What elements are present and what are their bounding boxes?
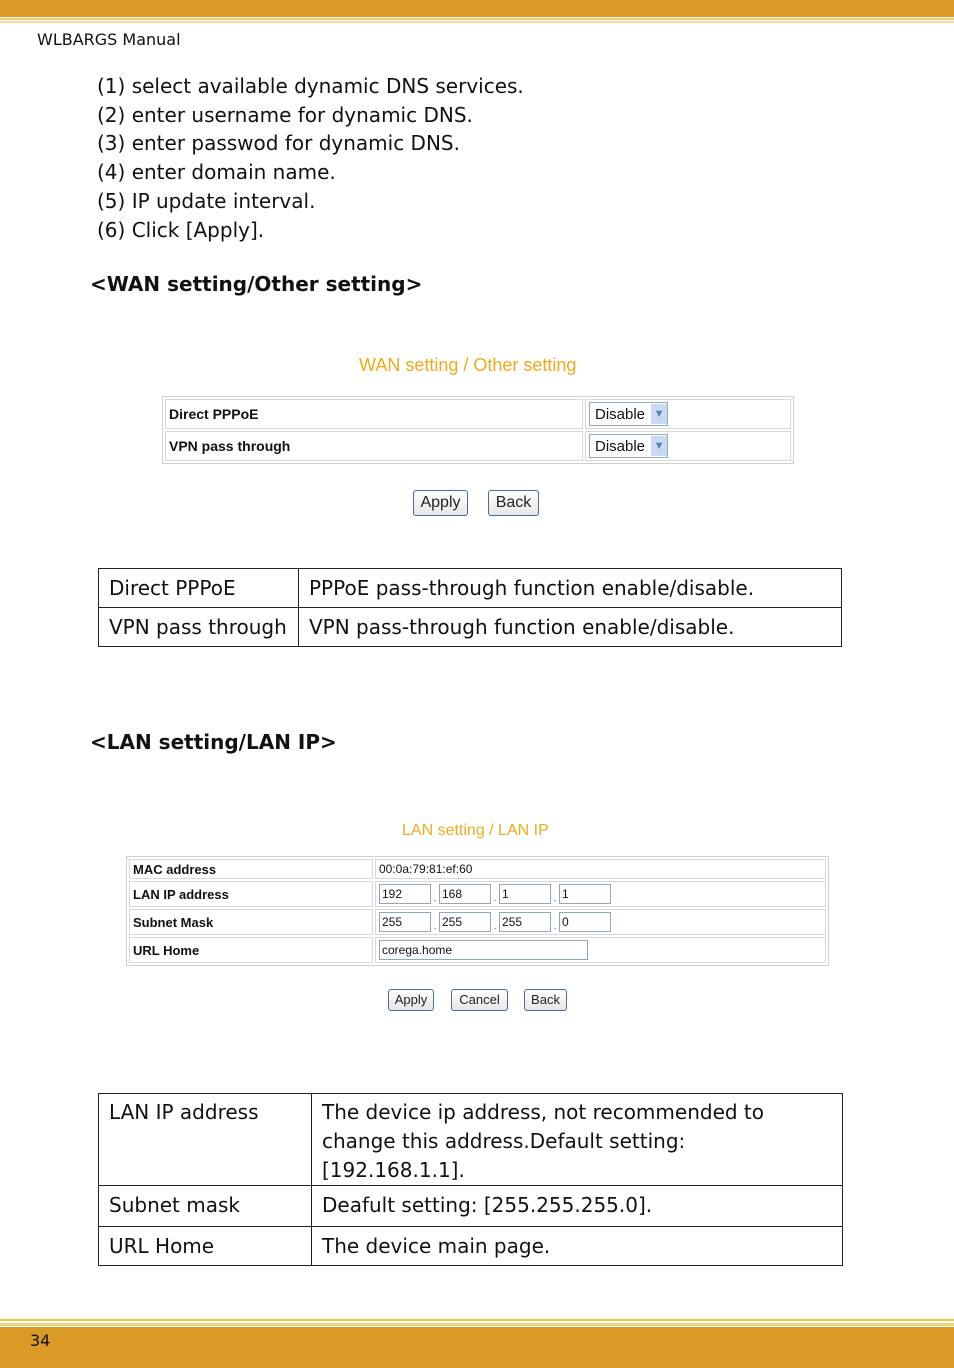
table-row: VPN pass through VPN pass-through functi… (98, 607, 842, 647)
wan-ui-title: WAN setting / Other setting (359, 355, 577, 375)
table-row: LAN IP address The device ip address, no… (98, 1093, 843, 1186)
direct-pppoe-select[interactable]: Disable ▼ (589, 402, 669, 426)
term-cell: URL Home (98, 1226, 312, 1266)
table-row: Direct PPPoE PPPoE pass-through function… (98, 568, 842, 608)
mask-octet-3-input[interactable]: 255 (499, 912, 551, 932)
lan-ip-octet-1-input[interactable]: 192 (379, 884, 431, 904)
desc-cell: PPPoE pass-through function enable/disab… (298, 568, 842, 608)
desc-cell: The device ip address, not recommended t… (311, 1093, 843, 1186)
header-band (0, 0, 954, 17)
mask-octet-4-input[interactable]: 0 (559, 912, 611, 932)
lan-row-mac: MAC address 00:0a:79:81:ef:60 (129, 859, 826, 879)
vpn-pass-through-label: VPN pass through (165, 431, 583, 461)
footer-stripe (0, 1323, 954, 1326)
ddns-steps-list: (1) select available dynamic DNS service… (97, 72, 524, 244)
lan-ip-octet-4-input[interactable]: 1 (559, 884, 611, 904)
url-home-label: URL Home (129, 937, 373, 963)
lan-row-ip: LAN IP address 192. 168. 1. 1 (129, 881, 826, 907)
lan-cancel-button[interactable]: Cancel (451, 989, 508, 1011)
lan-row-mask: Subnet Mask 255. 255. 255. 0 (129, 909, 826, 935)
wan-row-vpn-pass-through: VPN pass through Disable ▼ (165, 431, 791, 461)
footer-band (0, 1327, 954, 1368)
lan-settings-table: MAC address 00:0a:79:81:ef:60 LAN IP add… (126, 856, 829, 966)
desc-cell: VPN pass-through function enable/disable… (298, 607, 842, 647)
wan-back-button[interactable]: Back (488, 490, 539, 516)
mask-octet-2-input[interactable]: 255 (439, 912, 491, 932)
desc-cell: The device main page. (311, 1226, 843, 1266)
header-stripe (0, 21, 954, 23)
step-item: (1) select available dynamic DNS service… (97, 74, 524, 98)
lan-apply-button[interactable]: Apply (388, 989, 434, 1011)
lan-ip-octet-2-input[interactable]: 168 (439, 884, 491, 904)
table-row: URL Home The device main page. (98, 1226, 843, 1266)
step-item: (6) Click [Apply]. (97, 217, 265, 242)
term-cell: Subnet mask (98, 1185, 312, 1227)
direct-pppoe-label: Direct PPPoE (165, 399, 583, 429)
mask-octet-1-input[interactable]: 255 (379, 912, 431, 932)
term-cell: Direct PPPoE (98, 568, 299, 608)
lan-description-table: LAN IP address The device ip address, no… (98, 1093, 843, 1266)
desc-cell: Deafult setting: [255.255.255.0]. (311, 1185, 843, 1227)
lan-section-heading: <LAN setting/LAN IP> (90, 730, 337, 754)
step-item: (4) enter domain name. (97, 160, 336, 185)
chevron-down-icon: ▼ (651, 436, 668, 456)
wan-settings-table: Direct PPPoE Disable ▼ VPN pass through … (162, 396, 794, 464)
manual-title: WLBARGS Manual (37, 30, 181, 49)
page-number: 34 (30, 1331, 51, 1350)
mac-address-label: MAC address (129, 859, 373, 879)
footer-stripe (0, 1319, 954, 1321)
url-home-input[interactable]: corega.home (379, 940, 588, 960)
header-stripe (0, 18, 954, 20)
lan-ui-title: LAN setting / LAN IP (402, 822, 549, 839)
step-item: (5) IP update interval. (97, 188, 316, 213)
step-item: (2) enter username for dynamic DNS. (97, 102, 473, 127)
wan-row-direct-pppoe: Direct PPPoE Disable ▼ (165, 399, 791, 429)
lan-ip-octet-3-input[interactable]: 1 (499, 884, 551, 904)
wan-apply-button[interactable]: Apply (413, 490, 468, 516)
wan-description-table: Direct PPPoE PPPoE pass-through function… (98, 568, 842, 647)
term-cell: LAN IP address (98, 1093, 312, 1186)
lan-row-url: URL Home corega.home (129, 937, 826, 963)
vpn-pass-through-select[interactable]: Disable ▼ (589, 434, 669, 458)
lan-ip-label: LAN IP address (129, 881, 373, 907)
mac-address-value: 00:0a:79:81:ef:60 (375, 859, 826, 879)
chevron-down-icon: ▼ (651, 404, 668, 424)
term-cell: VPN pass through (98, 607, 299, 647)
wan-section-heading: <WAN setting/Other setting> (90, 272, 423, 296)
table-row: Subnet mask Deafult setting: [255.255.25… (98, 1185, 843, 1227)
subnet-mask-label: Subnet Mask (129, 909, 373, 935)
lan-back-button[interactable]: Back (524, 989, 567, 1011)
step-item: (3) enter passwod for dynamic DNS. (97, 131, 460, 156)
